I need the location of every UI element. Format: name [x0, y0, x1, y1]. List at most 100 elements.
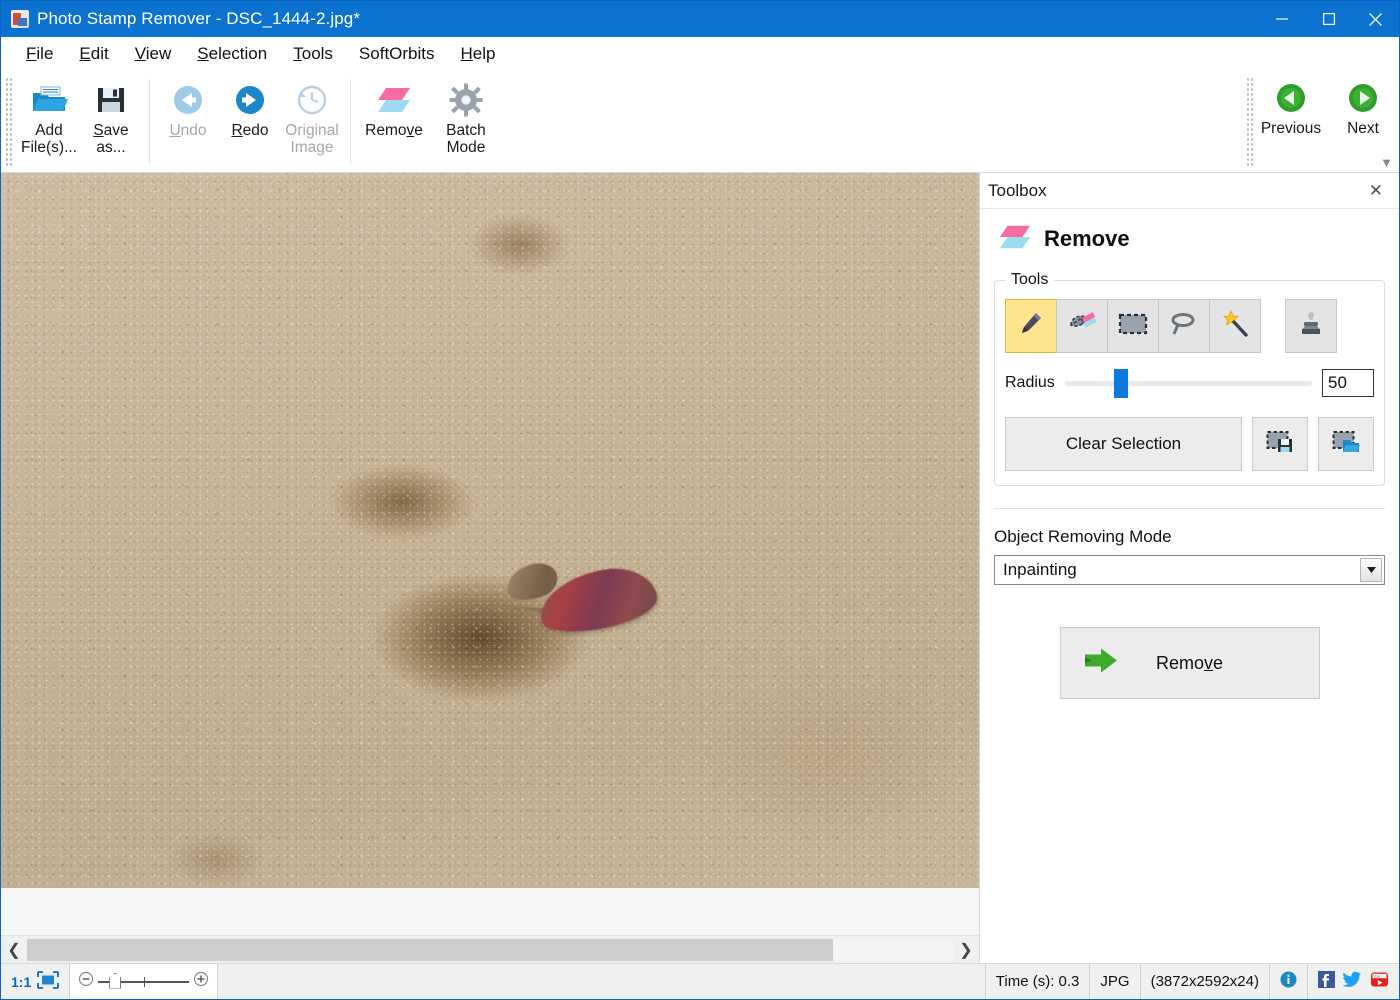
object-removing-mode-select[interactable]: Inpainting [994, 555, 1385, 585]
clock-history-icon [295, 81, 329, 119]
window-title: Photo Stamp Remover - DSC_1444-2.jpg* [37, 9, 360, 29]
toolbox-panel: Toolbox ✕ Remove Tools [979, 173, 1399, 963]
next-arrow-icon [1347, 79, 1379, 117]
load-selection-icon [1332, 430, 1360, 459]
chevron-down-icon[interactable] [1360, 558, 1382, 582]
youtube-icon[interactable]: You [1370, 971, 1389, 993]
scroll-thumb[interactable] [27, 939, 833, 961]
redo-arrow-icon [233, 81, 267, 119]
workspace: SHOT ON MI 9T AI TRIPLE CAMERA ❮ ❯ Toolb… [1, 173, 1399, 963]
load-selection-button[interactable] [1318, 417, 1374, 471]
remove-action-label: Remove [1156, 653, 1223, 674]
eraser-brand-icon [996, 222, 1034, 257]
lasso-tool-button[interactable] [1158, 299, 1210, 353]
radius-slider[interactable] [1065, 381, 1312, 386]
toolbox-header: Toolbox ✕ [980, 173, 1399, 209]
facebook-icon[interactable] [1318, 971, 1335, 993]
image-canvas[interactable]: SHOT ON MI 9T AI TRIPLE CAMERA [1, 173, 979, 888]
eraser-tool-button[interactable] [1056, 299, 1108, 353]
object-removing-mode-label: Object Removing Mode [994, 527, 1385, 547]
info-cell[interactable] [1270, 964, 1308, 999]
processing-time-cell: Time (s): 0.3 [986, 964, 1091, 999]
toolbar-grip[interactable] [5, 77, 12, 166]
menu-edit[interactable]: Edit [66, 41, 121, 67]
tools-group: Tools [994, 271, 1385, 486]
radius-label: Radius [1005, 374, 1055, 392]
zoom-in-icon[interactable] [193, 971, 209, 992]
menu-softorbits[interactable]: SoftOrbits [346, 41, 448, 67]
window-controls [1258, 1, 1399, 37]
batch-mode-button[interactable]: Batch Mode [430, 73, 502, 170]
zoom-slider-cell[interactable] [70, 964, 218, 999]
menu-selection[interactable]: Selection [184, 41, 280, 67]
previous-label: Previous [1261, 120, 1321, 137]
remove-toolbar-button[interactable]: Remove [358, 73, 430, 170]
tool-button-row [1005, 299, 1374, 353]
twitter-icon[interactable] [1343, 971, 1362, 993]
open-folder-icon [30, 81, 68, 119]
canvas-area: SHOT ON MI 9T AI TRIPLE CAMERA ❮ ❯ [1, 173, 979, 963]
previous-arrow-icon [1275, 79, 1307, 117]
undo-label: Undo [169, 122, 206, 139]
menu-file[interactable]: File [13, 41, 66, 67]
magic-wand-tool-button[interactable] [1209, 299, 1261, 353]
menu-help[interactable]: Help [448, 41, 509, 67]
scroll-track[interactable] [27, 939, 953, 961]
radius-value-input[interactable] [1322, 369, 1374, 397]
original-image-button[interactable]: Original Image [281, 73, 343, 170]
batch-mode-label: Batch Mode [446, 122, 486, 157]
toolbar-group-actions: Remove [354, 71, 506, 172]
radius-control-row: Radius [1005, 369, 1374, 397]
clear-selection-button[interactable]: Clear Selection [1005, 417, 1242, 471]
toolbox-divider [994, 508, 1385, 509]
redo-button[interactable]: Redo [219, 73, 281, 170]
scroll-left-arrow[interactable]: ❮ [1, 936, 27, 964]
canvas-horizontal-scrollbar[interactable]: ❮ ❯ [1, 935, 979, 963]
save-as-button[interactable]: Saveas... [80, 73, 142, 170]
stamp-tool-button[interactable] [1285, 299, 1337, 353]
zoom-slider-tick [144, 977, 145, 987]
status-spacer [218, 964, 986, 999]
toolbar-grip-right[interactable] [1246, 77, 1253, 167]
pencil-tool-button[interactable] [1005, 299, 1057, 353]
beach-sand-photo [1, 173, 979, 888]
maximize-button[interactable] [1305, 1, 1352, 37]
undo-arrow-icon [171, 81, 205, 119]
toolbar-group-history: Undo Redo [153, 71, 347, 172]
green-arrow-icon [1083, 646, 1119, 681]
save-as-label: Saveas... [93, 122, 128, 157]
zoom-ratio-label: 1:1 [11, 974, 37, 990]
add-files-button[interactable]: Add File(s)... [18, 73, 80, 170]
menu-view[interactable]: View [122, 41, 185, 67]
toolbar-expand-icon[interactable]: ▼ [1380, 156, 1393, 169]
zoom-slider-track[interactable] [98, 981, 189, 983]
clear-selection-label: Clear Selection [1066, 434, 1181, 454]
canvas-empty-area [1, 888, 979, 935]
save-selection-button[interactable] [1252, 417, 1308, 471]
social-links: You [1308, 964, 1399, 999]
selection-actions-row: Clear Selection [1005, 417, 1374, 471]
toolbox-close-icon[interactable]: ✕ [1365, 181, 1387, 201]
stamp-icon [1298, 311, 1324, 342]
fit-to-window-icon[interactable] [37, 971, 59, 993]
radius-slider-thumb[interactable] [1114, 369, 1128, 398]
toolbox-title: Toolbox [988, 181, 1047, 201]
undo-button[interactable]: Undo [157, 73, 219, 170]
toolbox-body: Remove Tools [980, 209, 1399, 963]
menu-tools[interactable]: Tools [280, 41, 346, 67]
scroll-right-arrow[interactable]: ❯ [953, 936, 979, 964]
previous-button[interactable]: Previous [1255, 71, 1327, 173]
zoom-slider-thumb[interactable] [109, 973, 121, 989]
close-button[interactable] [1352, 1, 1399, 37]
toolbar-group-navigation: Previous Next ▼ [1242, 71, 1399, 173]
info-icon[interactable] [1280, 971, 1297, 992]
remove-toolbar-label: Remove [365, 122, 423, 139]
minimize-button[interactable] [1258, 1, 1305, 37]
rect-select-tool-button[interactable] [1107, 299, 1159, 353]
remove-action-button[interactable]: Remove [1060, 627, 1320, 699]
floppy-disk-icon [95, 81, 127, 119]
next-label: Next [1347, 120, 1379, 137]
app-icon [11, 10, 29, 28]
zoom-out-icon[interactable] [78, 971, 94, 992]
pencil-icon [1018, 311, 1044, 342]
